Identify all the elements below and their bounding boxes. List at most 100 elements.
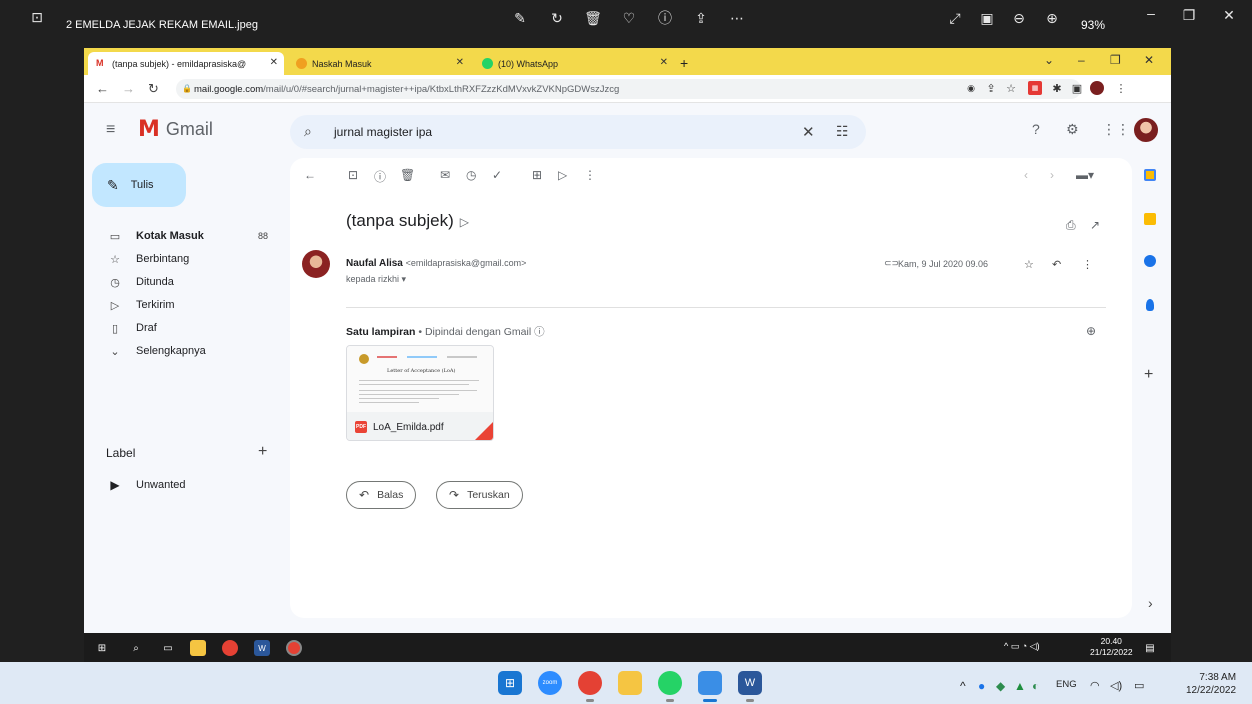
forward-icon[interactable]: → xyxy=(122,81,135,96)
label-item-unwanted[interactable]: ▶ Unwanted xyxy=(108,475,268,495)
browser-close-icon[interactable]: ✕ xyxy=(1144,53,1154,67)
chrome-active-icon[interactable] xyxy=(286,640,302,656)
sidebar-item-drafts[interactable]: ▯ Draf xyxy=(108,318,268,338)
browser-minimize-icon[interactable]: – xyxy=(1078,53,1085,67)
browser-restore-icon[interactable]: ❐ xyxy=(1110,53,1121,67)
more-options-icon[interactable]: ⋯ xyxy=(728,9,746,27)
delete-icon[interactable]: 🗑 xyxy=(584,9,602,27)
taskbar-search-icon[interactable]: ⌕ xyxy=(128,640,144,656)
search-bar[interactable]: ⌕ jurnal magister ipa ✕ ☷ xyxy=(290,115,866,149)
account-avatar[interactable] xyxy=(1134,118,1158,142)
notification-icon[interactable]: ▤ xyxy=(1142,640,1158,656)
close-window-icon[interactable]: ✕ xyxy=(1220,6,1238,24)
chrome-menu-icon[interactable]: ⋮ xyxy=(1114,81,1128,95)
print-icon[interactable]: ⎙ xyxy=(1066,218,1076,233)
reply-button[interactable]: ↶ Balas xyxy=(346,481,417,509)
more-actions-icon[interactable]: ⋮ xyxy=(584,168,596,182)
newer-icon[interactable]: ‹ xyxy=(1024,168,1028,182)
chrome-icon[interactable] xyxy=(222,640,238,656)
main-menu-icon[interactable]: ≡ xyxy=(106,121,115,139)
share-page-icon[interactable]: ⇪ xyxy=(984,81,998,95)
bookmark-star-icon[interactable]: ☆ xyxy=(1004,81,1018,95)
rotate-icon[interactable]: ↻ xyxy=(548,9,566,27)
importance-marker-icon[interactable]: ▷ xyxy=(460,215,469,229)
scan-info-icon[interactable]: ⓘ xyxy=(534,326,545,338)
help-icon[interactable]: ? xyxy=(1032,121,1040,137)
extension-icon[interactable]: ◉ xyxy=(964,81,978,95)
tab-search-icon[interactable]: ⌄ xyxy=(1044,53,1054,67)
add-to-drive-icon[interactable]: ⊕ xyxy=(1086,324,1096,338)
google-drive-icon[interactable]: ▲ xyxy=(1014,679,1026,693)
restore-icon[interactable]: ❐ xyxy=(1180,6,1198,24)
back-to-list-icon[interactable]: ← xyxy=(304,168,316,182)
file-explorer-taskbar-icon[interactable] xyxy=(618,671,642,695)
photos-taskbar-icon[interactable] xyxy=(698,671,722,695)
calendar-icon[interactable] xyxy=(1144,169,1156,181)
back-icon[interactable]: ← xyxy=(96,81,109,96)
file-explorer-icon[interactable] xyxy=(190,640,206,656)
add-label-button[interactable]: + xyxy=(258,443,267,461)
start-menu-icon[interactable]: ⊞ xyxy=(498,671,522,695)
compose-button[interactable]: ✎ Tulis xyxy=(92,163,186,207)
apps-grid-icon[interactable]: ⋮⋮ xyxy=(1102,121,1130,138)
wifi-icon[interactable]: ◠ xyxy=(1090,679,1100,692)
actual-size-icon[interactable]: ▣ xyxy=(978,9,996,27)
tray-app-icon[interactable]: ◆ xyxy=(996,679,1005,693)
tasks-icon[interactable] xyxy=(1144,255,1156,267)
word-icon[interactable]: W xyxy=(254,640,270,656)
older-icon[interactable]: › xyxy=(1050,168,1054,182)
word-taskbar-icon[interactable]: W xyxy=(738,671,762,695)
language-indicator[interactable]: ENG xyxy=(1056,679,1077,690)
search-options-icon[interactable]: ☷ xyxy=(836,123,849,140)
system-clock[interactable]: 7:38 AM 12/22/2022 xyxy=(1186,671,1236,697)
extensions-puzzle-icon[interactable]: ✱ xyxy=(1050,81,1064,95)
report-spam-icon[interactable]: ⓘ xyxy=(374,168,386,185)
mark-unread-icon[interactable]: ✉ xyxy=(440,168,450,182)
favorite-icon[interactable]: ♡ xyxy=(620,9,638,27)
chrome-taskbar-icon[interactable] xyxy=(578,671,602,695)
task-view-icon[interactable]: ▭ xyxy=(160,640,176,656)
zoom-app-icon[interactable]: zoom xyxy=(538,671,562,695)
windows-start-icon[interactable]: ⊞ xyxy=(94,640,110,656)
clear-search-icon[interactable]: ✕ xyxy=(802,123,815,141)
show-hidden-icons[interactable]: ^ xyxy=(960,679,966,693)
share-icon[interactable]: ⇪ xyxy=(692,9,710,27)
search-icon[interactable]: ⌕ xyxy=(304,123,312,140)
sidebar-item-more[interactable]: ⌄ Selengkapnya xyxy=(108,341,268,361)
address-bar[interactable]: 🔒 mail.google.com/mail/u/0/#search/jurna… xyxy=(176,79,1081,99)
settings-gear-icon[interactable]: ⚙ xyxy=(1066,121,1079,138)
reload-icon[interactable]: ↻ xyxy=(148,81,159,97)
add-task-icon[interactable]: ✓ xyxy=(492,168,502,182)
star-message-icon[interactable]: ☆ xyxy=(1024,258,1034,271)
tab-close-icon[interactable]: ✕ xyxy=(660,57,668,68)
forward-button[interactable]: ↷ Teruskan xyxy=(436,481,523,509)
snooze-icon[interactable]: ◷ xyxy=(466,168,476,182)
side-panel-icon[interactable]: ▣ xyxy=(1070,81,1084,95)
pdf-extension-icon[interactable]: ▦ xyxy=(1028,81,1042,95)
expand-side-panel-icon[interactable]: › xyxy=(1148,595,1153,611)
tab-naskah-masuk[interactable]: Naskah Masuk ✕ xyxy=(288,52,470,75)
recipient-line[interactable]: kepada rizkhi ▾ xyxy=(346,274,406,285)
volume-icon[interactable]: ◁) xyxy=(1110,679,1122,692)
delete-message-icon[interactable]: 🗑 xyxy=(400,168,415,182)
details-dropdown-icon[interactable]: ▾ xyxy=(402,274,407,284)
tray-sync-icon[interactable]: ◐ xyxy=(1032,679,1039,693)
label-icon[interactable]: ▷ xyxy=(558,168,567,182)
info-icon[interactable]: ⓘ xyxy=(656,9,674,27)
get-addons-button[interactable]: + xyxy=(1144,366,1153,384)
battery-icon[interactable]: ▭ xyxy=(1134,679,1144,692)
minimize-icon[interactable]: – xyxy=(1142,4,1160,22)
tab-whatsapp[interactable]: (10) WhatsApp ✕ xyxy=(474,52,674,75)
open-new-window-icon[interactable]: ↗ xyxy=(1090,218,1100,232)
tray-app-icon[interactable]: ● xyxy=(978,679,985,693)
attachment-card[interactable]: Letter of Acceptance (LoA) PDF LoA_Emild… xyxy=(346,345,494,441)
sidebar-item-snoozed[interactable]: ◷ Ditunda xyxy=(108,272,268,292)
zoom-out-icon[interactable]: ⊖ xyxy=(1010,9,1028,27)
move-to-icon[interactable]: ⊞ xyxy=(532,168,542,182)
fullscreen-icon[interactable]: ⤢ xyxy=(946,9,964,27)
whatsapp-taskbar-icon[interactable] xyxy=(658,671,682,695)
search-input[interactable]: jurnal magister ipa xyxy=(334,125,432,139)
tab-gmail[interactable]: M (tanpa subjek) - emildaprasiska@ ✕ xyxy=(88,52,284,75)
new-tab-button[interactable]: + xyxy=(680,55,688,71)
keep-icon[interactable] xyxy=(1144,213,1156,225)
